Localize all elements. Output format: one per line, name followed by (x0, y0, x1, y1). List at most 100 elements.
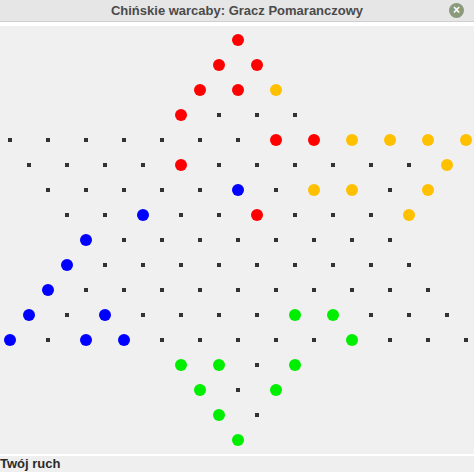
board-hole[interactable] (65, 163, 69, 167)
piece[interactable] (232, 84, 244, 96)
board-hole[interactable] (198, 188, 202, 192)
board-hole[interactable] (236, 288, 240, 292)
piece[interactable] (99, 309, 111, 321)
board-hole[interactable] (445, 313, 449, 317)
piece[interactable] (308, 134, 320, 146)
piece[interactable] (251, 209, 263, 221)
piece[interactable] (137, 209, 149, 221)
board-hole[interactable] (179, 313, 183, 317)
board-hole[interactable] (141, 163, 145, 167)
piece[interactable] (61, 259, 73, 271)
board-hole[interactable] (122, 288, 126, 292)
board-hole[interactable] (255, 363, 259, 367)
board-hole[interactable] (312, 338, 316, 342)
piece[interactable] (403, 209, 415, 221)
board-hole[interactable] (160, 138, 164, 142)
board-hole[interactable] (331, 163, 335, 167)
board-hole[interactable] (103, 213, 107, 217)
piece[interactable] (232, 434, 244, 446)
piece[interactable] (4, 334, 16, 346)
board-hole[interactable] (141, 263, 145, 267)
board-hole[interactable] (274, 238, 278, 242)
piece[interactable] (80, 334, 92, 346)
board-hole[interactable] (160, 188, 164, 192)
piece[interactable] (270, 384, 282, 396)
piece[interactable] (346, 134, 358, 146)
piece[interactable] (251, 59, 263, 71)
piece[interactable] (270, 134, 282, 146)
board-hole[interactable] (331, 213, 335, 217)
board-hole[interactable] (236, 238, 240, 242)
board-hole[interactable] (160, 288, 164, 292)
board-hole[interactable] (274, 188, 278, 192)
piece[interactable] (118, 334, 130, 346)
piece[interactable] (194, 84, 206, 96)
board-hole[interactable] (255, 263, 259, 267)
piece[interactable] (384, 134, 396, 146)
piece[interactable] (194, 384, 206, 396)
board-hole[interactable] (122, 238, 126, 242)
piece[interactable] (270, 84, 282, 96)
board-hole[interactable] (388, 338, 392, 342)
board-hole[interactable] (388, 188, 392, 192)
board-hole[interactable] (274, 338, 278, 342)
board-hole[interactable] (217, 213, 221, 217)
board-hole[interactable] (369, 313, 373, 317)
board-hole[interactable] (46, 338, 50, 342)
piece[interactable] (308, 184, 320, 196)
piece[interactable] (42, 284, 54, 296)
board-hole[interactable] (426, 338, 430, 342)
board-hole[interactable] (274, 288, 278, 292)
board-hole[interactable] (236, 338, 240, 342)
board-hole[interactable] (255, 163, 259, 167)
board-hole[interactable] (122, 138, 126, 142)
board-hole[interactable] (179, 213, 183, 217)
board-hole[interactable] (388, 288, 392, 292)
piece[interactable] (175, 359, 187, 371)
board-hole[interactable] (84, 188, 88, 192)
piece[interactable] (80, 234, 92, 246)
board-hole[interactable] (65, 213, 69, 217)
board-hole[interactable] (236, 388, 240, 392)
board-hole[interactable] (217, 163, 221, 167)
board-hole[interactable] (103, 163, 107, 167)
board-hole[interactable] (46, 188, 50, 192)
board-hole[interactable] (27, 163, 31, 167)
board-hole[interactable] (198, 338, 202, 342)
piece[interactable] (441, 159, 453, 171)
piece[interactable] (213, 409, 225, 421)
board-hole[interactable] (350, 238, 354, 242)
piece[interactable] (346, 334, 358, 346)
board-hole[interactable] (464, 338, 468, 342)
board-hole[interactable] (217, 313, 221, 317)
board-hole[interactable] (369, 163, 373, 167)
piece[interactable] (346, 184, 358, 196)
board-hole[interactable] (312, 288, 316, 292)
board-hole[interactable] (388, 238, 392, 242)
piece[interactable] (213, 59, 225, 71)
piece[interactable] (213, 359, 225, 371)
piece[interactable] (175, 159, 187, 171)
board-hole[interactable] (160, 238, 164, 242)
board-hole[interactable] (65, 313, 69, 317)
board-hole[interactable] (179, 263, 183, 267)
board-hole[interactable] (198, 288, 202, 292)
board-hole[interactable] (293, 113, 297, 117)
piece[interactable] (327, 309, 339, 321)
game-board[interactable] (0, 22, 474, 454)
piece[interactable] (460, 134, 472, 146)
board-hole[interactable] (255, 113, 259, 117)
board-hole[interactable] (84, 288, 88, 292)
piece[interactable] (289, 359, 301, 371)
board-hole[interactable] (198, 138, 202, 142)
board-hole[interactable] (84, 138, 88, 142)
board-hole[interactable] (407, 313, 411, 317)
board-hole[interactable] (331, 263, 335, 267)
board-hole[interactable] (426, 288, 430, 292)
board-hole[interactable] (217, 113, 221, 117)
piece[interactable] (422, 184, 434, 196)
piece[interactable] (232, 34, 244, 46)
piece[interactable] (23, 309, 35, 321)
board-hole[interactable] (236, 138, 240, 142)
piece[interactable] (232, 184, 244, 196)
